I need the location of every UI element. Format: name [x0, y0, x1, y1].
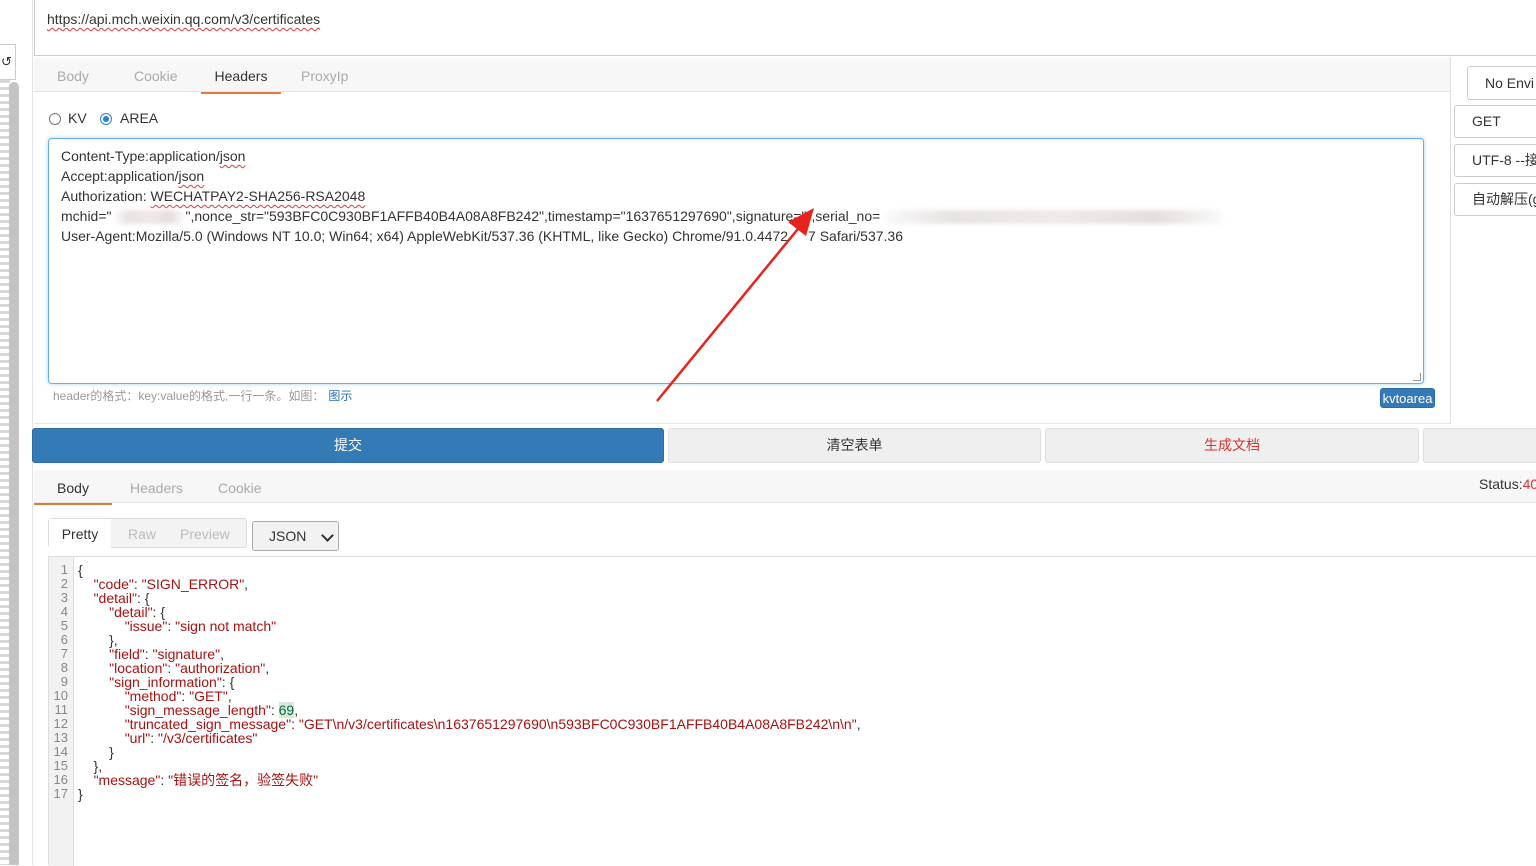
code-line: "url": "/v3/certificates"	[124, 730, 258, 746]
code-line: "sign_message_length": 69,	[124, 702, 299, 718]
line-number: 2	[60, 576, 68, 591]
clear-form-button[interactable]: 清空表单	[668, 428, 1041, 463]
line-number: 7	[60, 646, 68, 661]
header-line: Content-Type:application/json	[61, 148, 246, 164]
response-code-editor[interactable]: 1 2 3 4 5 6 7 8 9 10 11 12 13 14 15 16 17 { "code": "SIG…	[48, 556, 1536, 866]
header-line: Authorization: WECHATPAY2-SHA256-RSA2048	[61, 188, 366, 204]
line-number: 3	[60, 590, 68, 605]
submit-button[interactable]: 提交	[32, 428, 664, 463]
decompress-select[interactable]: 自动解压(g	[1454, 183, 1536, 216]
line-number: 1	[60, 562, 68, 577]
url-value: https://api.mch.weixin.qq.com/v3/certifi…	[47, 11, 321, 27]
tab-cookie[interactable]: Cookie	[134, 58, 178, 92]
tab-proxyip[interactable]: ProxyIp	[301, 58, 348, 92]
response-tab-bar: Body Headers Cookie	[34, 470, 1536, 505]
tab-body[interactable]: Body	[57, 58, 89, 92]
code-line: "field": "signature",	[109, 646, 224, 662]
kv-radio[interactable]	[49, 113, 61, 125]
redacted-serial-no	[884, 210, 1225, 225]
code-line: },	[78, 632, 118, 648]
area-label: AREA	[120, 110, 159, 126]
response-status: Status:40	[1479, 476, 1536, 492]
header-line: Accept:application/json	[61, 168, 205, 184]
raw-button[interactable]: Raw	[128, 519, 156, 549]
divider	[34, 423, 1450, 424]
environment-select[interactable]: No Envi	[1467, 66, 1536, 100]
line-number: 5	[60, 618, 68, 633]
code-line: "location": "authorization",	[109, 660, 270, 676]
line-number: 9	[60, 674, 68, 689]
line-number: 8	[60, 660, 68, 675]
extra-action-button[interactable]	[1423, 428, 1536, 463]
code-line: {	[78, 562, 83, 578]
line-number: 14	[53, 744, 68, 759]
encoding-select[interactable]: UTF-8 --接	[1454, 144, 1536, 177]
code-line: },	[78, 758, 103, 774]
line-number: 13	[53, 730, 68, 745]
code-line: "code": "SIGN_ERROR",	[93, 576, 249, 592]
header-line: mchid=" ",nonce_str="593BFC0C930BF1AFFB40…	[61, 208, 1225, 225]
hint-example-link[interactable]: 图示	[328, 389, 352, 403]
tab-response-cookie[interactable]: Cookie	[218, 470, 262, 503]
code-line: "issue": "sign not match"	[124, 618, 277, 634]
line-number: 16	[53, 772, 68, 787]
line-number-gutter: 1 2 3 4 5 6 7 8 9 10 11 12 13 14 15 16 17	[49, 557, 74, 866]
resize-handle[interactable]	[1413, 373, 1421, 381]
redacted-mchid	[113, 210, 184, 225]
code-line: "truncated_sign_message": "GET\n/v3/cert…	[124, 716, 861, 732]
code-line: "detail": {	[93, 590, 150, 606]
line-number: 17	[53, 786, 68, 801]
area-radio[interactable]	[100, 113, 112, 125]
tab-response-body[interactable]: Body	[34, 470, 112, 505]
view-mode-group: Pretty Raw Preview	[48, 518, 247, 549]
kvtoarea-button[interactable]: kvtoarea	[1380, 388, 1435, 408]
code-line: "detail": {	[109, 604, 166, 620]
pretty-button[interactable]: Pretty	[49, 519, 111, 549]
line-number: 15	[53, 758, 68, 773]
preview-button[interactable]: Preview	[180, 519, 230, 549]
line-number: 11	[54, 702, 69, 717]
side-scrollbar[interactable]	[9, 82, 19, 865]
code-line: }	[78, 744, 114, 760]
line-number: 12	[53, 716, 68, 731]
chevron-down-icon	[321, 529, 334, 542]
url-input[interactable]	[34, 0, 1536, 56]
code-line: "message": "错误的签名，验签失败"	[93, 772, 319, 788]
refresh-icon: ↺	[1, 54, 12, 69]
refresh-side-button[interactable]: ↺	[0, 44, 16, 80]
tab-headers[interactable]: Headers	[201, 58, 281, 94]
request-tab-bar: Body Cookie Headers ProxyIp	[34, 58, 1450, 94]
code-line: "method": "GET",	[124, 688, 232, 704]
generate-docs-button[interactable]: 生成文档	[1045, 428, 1419, 463]
tab-response-headers[interactable]: Headers	[130, 470, 183, 503]
divider	[1450, 58, 1451, 424]
method-select[interactable]: GET	[1454, 105, 1536, 138]
kv-label: KV	[68, 110, 87, 126]
line-number: 6	[60, 632, 68, 647]
line-number: 4	[60, 604, 68, 619]
code-line: "sign_information": {	[109, 674, 235, 690]
code-line: }	[78, 786, 83, 802]
line-number: 10	[53, 688, 68, 703]
headers-format-hint: header的格式：key:value的格式,一行一条。如图： 图示	[53, 389, 353, 403]
annotation-arrow-icon	[656, 208, 814, 402]
format-select[interactable]: JSON	[252, 521, 339, 551]
